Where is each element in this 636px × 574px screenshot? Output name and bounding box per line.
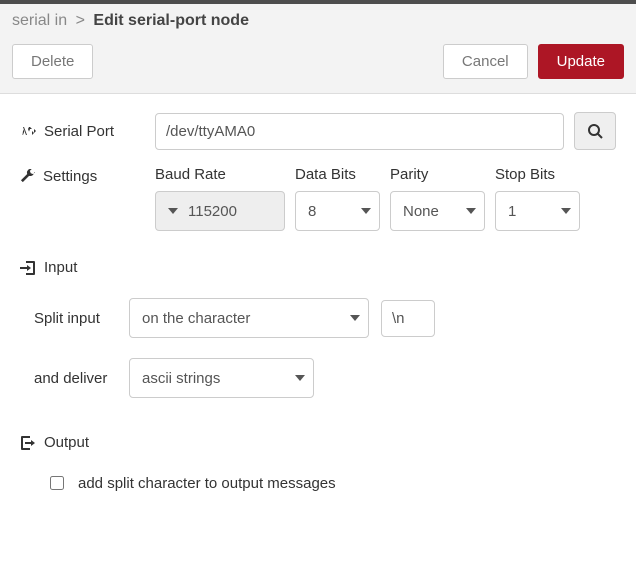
wrench-icon <box>20 169 35 184</box>
parity-header: Parity <box>390 166 485 183</box>
deliver-mode-select[interactable]: ascii strings <box>129 358 314 398</box>
settings-label: Settings <box>20 166 155 185</box>
caret-down-icon <box>168 208 178 214</box>
sign-out-icon <box>20 435 36 451</box>
serial-port-input[interactable] <box>155 113 564 150</box>
add-split-label: add split character to output messages <box>78 475 336 492</box>
search-button[interactable] <box>574 112 616 150</box>
cancel-button[interactable]: Cancel <box>443 44 528 79</box>
deliver-label: and deliver <box>34 370 129 387</box>
input-section-header: Input <box>20 259 616 276</box>
baud-rate-select[interactable]: 115200 <box>155 191 285 231</box>
baud-rate-header: Baud Rate <box>155 166 285 183</box>
split-mode-select[interactable]: on the character <box>129 298 369 338</box>
parity-select[interactable]: None <box>390 191 485 231</box>
split-char-input[interactable] <box>381 300 435 337</box>
delete-button[interactable]: Delete <box>12 44 93 79</box>
sign-in-icon <box>20 260 36 276</box>
caret-down-icon <box>350 315 360 321</box>
breadcrumb-current: Edit serial-port node <box>93 12 249 29</box>
search-icon <box>587 123 603 139</box>
update-button[interactable]: Update <box>538 44 624 79</box>
output-section-header: Output <box>20 434 616 451</box>
breadcrumb-parent[interactable]: serial in <box>12 12 67 29</box>
caret-down-icon <box>295 375 305 381</box>
breadcrumb: serial in > Edit serial-port node <box>0 4 636 36</box>
caret-down-icon <box>561 208 571 214</box>
data-bits-select[interactable]: 8 <box>295 191 380 231</box>
chevron-right-icon: > <box>76 12 85 29</box>
serial-port-label: Serial Port <box>20 123 155 140</box>
stop-bits-select[interactable]: 1 <box>495 191 580 231</box>
caret-down-icon <box>466 208 476 214</box>
caret-down-icon <box>361 208 371 214</box>
stop-bits-header: Stop Bits <box>495 166 580 183</box>
add-split-checkbox[interactable] <box>50 476 64 490</box>
random-icon <box>20 123 36 139</box>
split-input-label: Split input <box>34 310 129 327</box>
data-bits-header: Data Bits <box>295 166 380 183</box>
